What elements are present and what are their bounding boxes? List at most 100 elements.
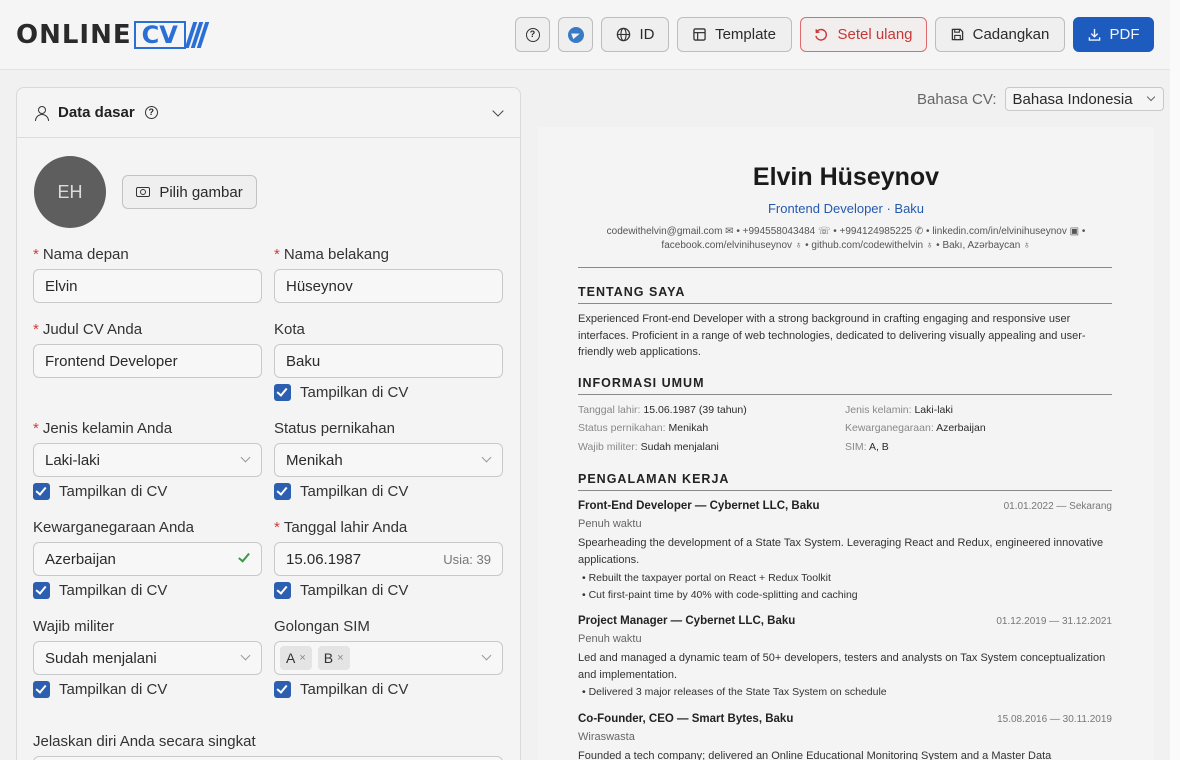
- cv-preview: Elvin Hüseynov Frontend Developer · Baku…: [538, 127, 1154, 760]
- backup-button[interactable]: Cadangkan: [935, 17, 1065, 52]
- info-key: Wajib militer:: [578, 441, 638, 453]
- last-name-field: * Nama belakang Hüseynov: [274, 245, 503, 303]
- info-item: Kewarganegaraan: Azerbaijan: [845, 422, 986, 434]
- job-type: Penuh waktu: [578, 633, 642, 645]
- chevron-down-icon: [481, 650, 492, 661]
- info-value: 15.06.1987 (39 tahun): [643, 404, 747, 416]
- gender-show-checkbox[interactable]: Tampilkan di CV: [33, 481, 262, 501]
- bullet-text: Cut first-paint time by 40% with code-sp…: [588, 589, 858, 601]
- military-show-checkbox[interactable]: Tampilkan di CV: [33, 679, 262, 699]
- scrollbar-track[interactable]: [1170, 0, 1180, 760]
- birth-date-input[interactable]: 15.06.1987 Usia: 39: [274, 542, 503, 576]
- info-value: Sudah menjalani: [640, 441, 719, 453]
- citizenship-field: Kewarganegaraan Anda Azerbaijan Tampilka…: [33, 518, 262, 600]
- required-mark: *: [274, 246, 280, 263]
- reset-button[interactable]: Setel ulang: [800, 17, 927, 52]
- help-button[interactable]: ?: [515, 17, 550, 52]
- info-key: Status pernikahan:: [578, 422, 666, 434]
- job-title: Co-Founder, CEO — Smart Bytes, Baku: [578, 713, 794, 725]
- label-text: Nama belakang: [283, 246, 389, 263]
- language-button-label: ID: [639, 26, 655, 43]
- cv-contact: codewithelvin@gmail.com ✉ • +99455804348…: [578, 225, 1114, 253]
- checkbox-label: Tampilkan di CV: [59, 482, 168, 500]
- license-multiselect[interactable]: A × B ×: [274, 641, 503, 675]
- job-dates: 01.12.2019 — 31.12.2021: [996, 616, 1112, 627]
- citizenship-value: Azerbaijan: [45, 550, 116, 568]
- language-button[interactable]: ID: [601, 17, 669, 52]
- cv-language-select[interactable]: Bahasa Indonesia: [1004, 87, 1164, 111]
- help-icon: ?: [525, 27, 540, 42]
- job-desc: Led and managed a dynamic team of 50+ de…: [578, 652, 1106, 681]
- marital-value: Menikah: [286, 451, 343, 469]
- citizenship-input[interactable]: Azerbaijan: [33, 542, 262, 576]
- template-icon: [693, 28, 706, 41]
- reset-icon: [815, 28, 828, 41]
- city-field: Kota Baku Tampilkan di CV: [274, 320, 503, 402]
- info-heading: INFORMASI UMUM: [578, 376, 705, 390]
- pick-image-button[interactable]: Pilih gambar: [122, 175, 257, 209]
- basic-data-panel: Data dasar ? EH Pilih gambar * Nama depan…: [16, 87, 521, 760]
- chevron-down-icon: [240, 452, 251, 463]
- cv-language-value: Bahasa Indonesia: [1012, 90, 1133, 108]
- chevron-down-icon: [240, 650, 251, 661]
- checkbox-checked-icon: [274, 680, 291, 698]
- info-value: A, B: [868, 441, 889, 453]
- cv-language-selector: Bahasa CV: Bahasa Indonesia: [917, 87, 1164, 111]
- city-show-checkbox[interactable]: Tampilkan di CV: [274, 382, 503, 402]
- save-icon: [951, 28, 963, 41]
- job-bullet: • Cut first-paint time by 40% with code-…: [582, 589, 858, 601]
- help-icon[interactable]: ?: [144, 106, 158, 119]
- onlinecv-logo[interactable]: ONLINE CV: [16, 20, 210, 50]
- remove-tag-icon[interactable]: ×: [337, 652, 343, 664]
- contact-line: facebook.com/elvinihuseynov ♁ • github.c…: [661, 240, 1031, 251]
- info-key: Kewarganegaraan:: [845, 422, 934, 434]
- marital-label: Status pernikahan: [274, 420, 395, 437]
- gender-label: * Jenis kelamin Anda: [33, 419, 262, 439]
- checkbox-label: Tampilkan di CV: [300, 680, 409, 698]
- checkbox-checked-icon: [274, 482, 291, 500]
- remove-tag-icon[interactable]: ×: [299, 652, 305, 664]
- pdf-download-button[interactable]: PDF: [1073, 17, 1154, 52]
- logo-text: ONLINE: [16, 20, 132, 50]
- about-textarea[interactable]: [33, 756, 503, 760]
- required-mark: *: [33, 420, 39, 437]
- camera-icon: [136, 187, 151, 197]
- cv-title-input[interactable]: Frontend Developer: [33, 344, 262, 378]
- tag-label: A: [286, 650, 296, 666]
- first-name-input[interactable]: Elvin: [33, 269, 262, 303]
- job-title: Front-End Developer — Cybernet LLC, Baku: [578, 500, 820, 512]
- age-hint: Usia: 39: [443, 551, 491, 567]
- gender-select[interactable]: Laki-laki: [33, 443, 262, 477]
- military-select[interactable]: Sudah menjalani: [33, 641, 262, 675]
- telegram-button[interactable]: [558, 17, 593, 52]
- birth-date-label: * Tanggal lahir Anda: [274, 518, 503, 538]
- birth-date-show-checkbox[interactable]: Tampilkan di CV: [274, 580, 503, 600]
- pdf-button-label: PDF: [1109, 26, 1140, 43]
- license-show-checkbox[interactable]: Tampilkan di CV: [274, 679, 503, 699]
- info-item: Wajib militer: Sudah menjalani: [578, 441, 719, 453]
- checkbox-label: Tampilkan di CV: [59, 680, 168, 698]
- user-icon: [34, 105, 49, 121]
- basic-data-header[interactable]: Data dasar ?: [17, 88, 520, 138]
- chevron-down-icon: [481, 452, 492, 463]
- telegram-icon: [567, 26, 584, 43]
- last-name-label: * Nama belakang: [274, 245, 503, 265]
- last-name-input[interactable]: Hüseynov: [274, 269, 503, 303]
- contact-line: codewithelvin@gmail.com ✉ • +99455804348…: [606, 226, 1086, 237]
- chevron-down-icon[interactable]: [492, 105, 504, 117]
- job-type: Wiraswasta: [578, 731, 635, 743]
- marital-show-checkbox[interactable]: Tampilkan di CV: [274, 481, 503, 501]
- template-button[interactable]: Template: [677, 17, 792, 52]
- bullet-text: Delivered 3 major releases of the State …: [588, 686, 887, 698]
- city-input[interactable]: Baku: [274, 344, 503, 378]
- backup-button-label: Cadangkan: [972, 26, 1050, 43]
- checkbox-label: Tampilkan di CV: [300, 482, 409, 500]
- info-item: Tanggal lahir: 15.06.1987 (39 tahun): [578, 404, 747, 416]
- marital-select[interactable]: Menikah: [274, 443, 503, 477]
- license-tag: A ×: [280, 646, 312, 670]
- license-tag: B ×: [317, 646, 350, 670]
- first-name-field: * Nama depan Elvin: [33, 245, 262, 303]
- citizenship-show-checkbox[interactable]: Tampilkan di CV: [33, 580, 262, 600]
- check-icon: [238, 550, 250, 563]
- chevron-down-icon: [1146, 92, 1155, 102]
